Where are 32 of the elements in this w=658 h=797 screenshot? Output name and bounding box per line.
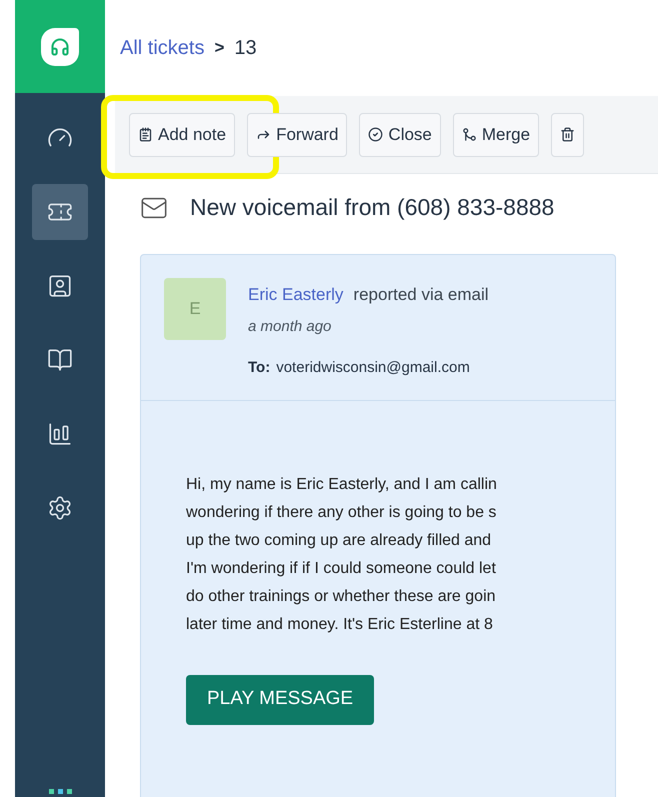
message-line: later time and money. It's Eric Esterline at 8 — [186, 614, 493, 634]
recipient-email: voteridwisconsin@gmail.com — [276, 358, 470, 378]
play-message-button[interactable]: PLAY MESSAGE — [186, 674, 374, 724]
contact-icon — [47, 273, 73, 299]
timestamp: a month ago — [248, 316, 332, 336]
check-circle-icon — [368, 127, 384, 142]
report-method: reported via email — [353, 284, 489, 306]
author-link[interactable]: Eric Easterly — [248, 282, 344, 308]
to-label: To: — [248, 358, 270, 378]
ticket-title: New voicemail from (608) 833-8888 — [190, 193, 556, 222]
toolbar-button[interactable]: Close — [359, 112, 441, 156]
message-line: up the two coming up are already filled and — [186, 530, 492, 550]
avatar: E — [164, 278, 226, 340]
message-line: I'm wondering if if I could someone could let — [186, 558, 496, 578]
toolbar-button[interactable]: Add note — [129, 112, 236, 156]
bar-chart-icon — [47, 421, 73, 447]
sidebar-item[interactable] — [32, 184, 88, 240]
ticket-number: 13 — [234, 36, 257, 61]
toolbar-button[interactable]: Forward — [247, 112, 348, 156]
message-line: Hi, my name is Eric Easterly, and I am callin — [186, 474, 497, 494]
merge-icon — [462, 127, 477, 142]
settings-icon — [47, 495, 73, 521]
delete-button[interactable] — [551, 112, 584, 156]
toolbar-button[interactable]: Merge — [452, 112, 540, 156]
message-line: wondering if there any other is going to be s — [186, 502, 496, 522]
message-line: do other trainings or whether these are goin — [186, 586, 496, 606]
note-icon — [138, 127, 153, 142]
breadcrumb-link[interactable]: All tickets — [120, 33, 204, 63]
book-icon — [47, 347, 73, 373]
headset-logo-icon — [41, 28, 79, 66]
trash-icon — [560, 127, 576, 142]
breadcrumb-separator: > — [214, 37, 224, 60]
